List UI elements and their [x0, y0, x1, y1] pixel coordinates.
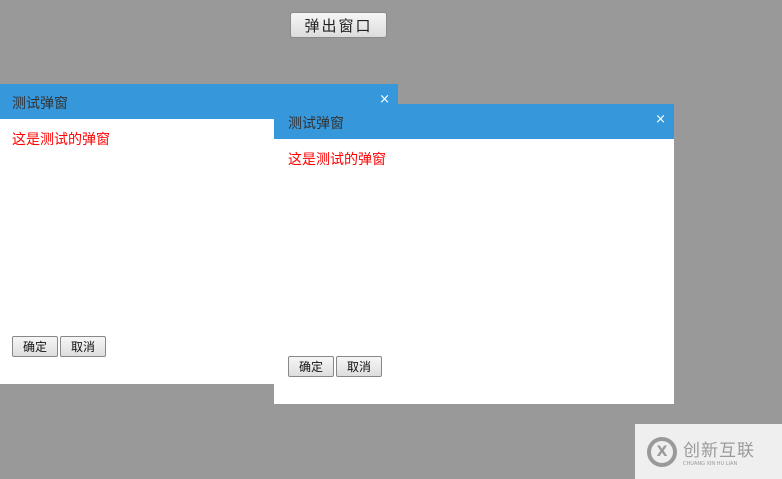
open-popup-button[interactable]: 弹出窗口	[290, 12, 387, 38]
test-dialog-2: 测试弹窗 × 这是测试的弹窗 确定 取消	[274, 104, 674, 404]
cancel-button[interactable]: 取消	[336, 356, 382, 377]
ok-button[interactable]: 确定	[12, 336, 58, 357]
watermark-subtitle: CHUANG XIN HU LIAN	[683, 461, 738, 467]
dialog-title: 测试弹窗	[288, 116, 344, 132]
logo-icon: X	[647, 436, 677, 467]
dialog-title: 测试弹窗	[12, 96, 68, 112]
watermark: X 创新互联 CHUANG XIN HU LIAN	[635, 424, 782, 479]
dialog-header: 测试弹窗 ×	[274, 104, 674, 139]
dialog-content: 这是测试的弹窗	[12, 132, 110, 148]
cancel-button[interactable]: 取消	[60, 336, 106, 357]
dialog-content: 这是测试的弹窗	[288, 152, 386, 168]
close-icon[interactable]: ×	[655, 112, 666, 127]
watermark-name: 创新互联	[683, 441, 755, 461]
ok-button[interactable]: 确定	[288, 356, 334, 377]
